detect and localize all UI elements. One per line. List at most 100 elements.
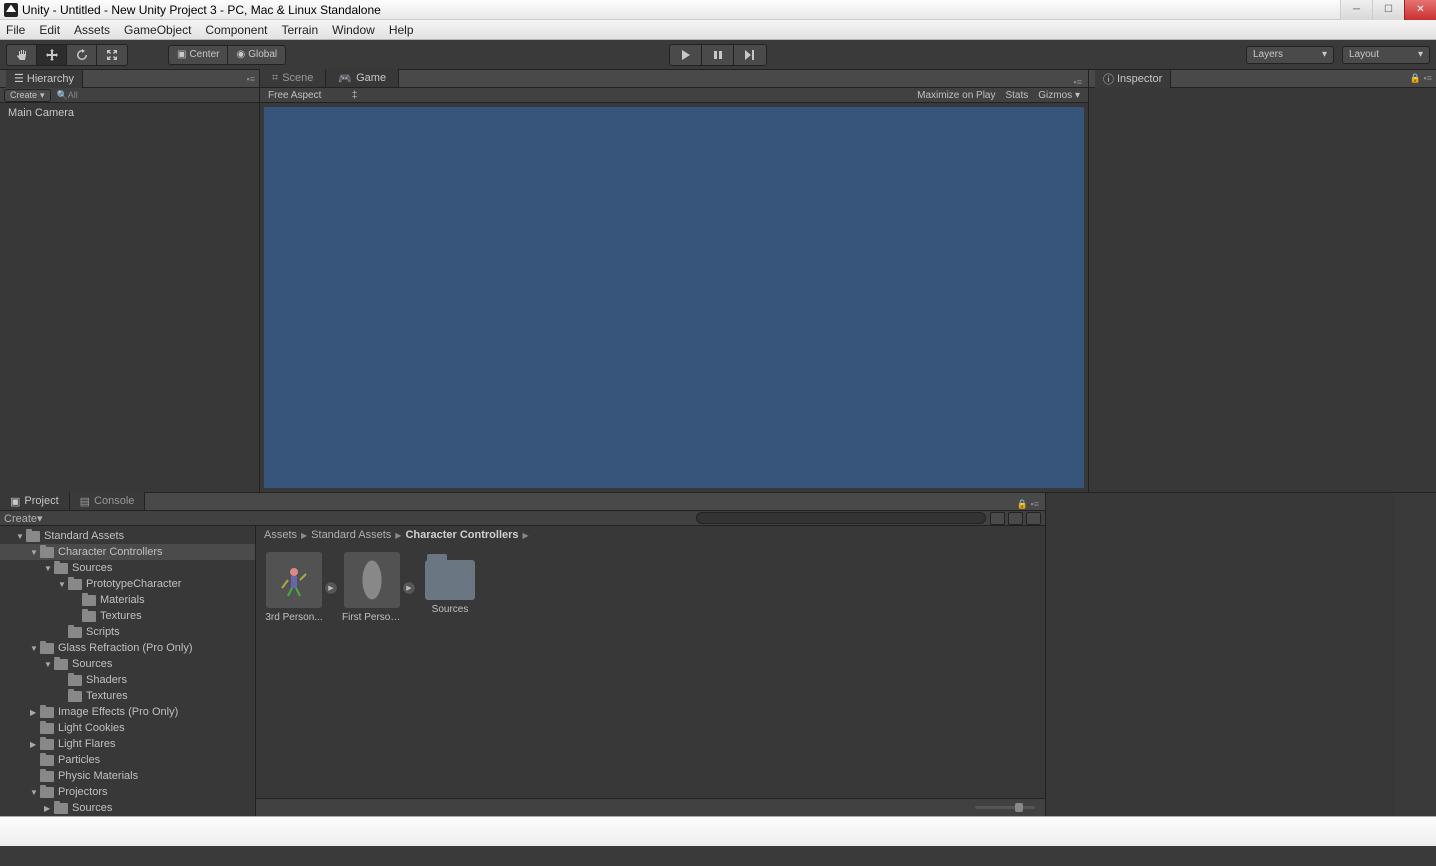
inspector-lower xyxy=(1046,493,1394,816)
panel-options-icon[interactable]: 🔒 ▪≡ xyxy=(1017,499,1039,510)
tree-item[interactable]: Physic Materials xyxy=(0,768,255,784)
console-icon: ▤ xyxy=(80,495,90,508)
globe-icon: ◉ xyxy=(236,49,245,60)
save-search-button[interactable] xyxy=(1026,512,1041,525)
tree-item[interactable]: Textures xyxy=(0,688,255,704)
breadcrumb-item[interactable]: Assets xyxy=(264,529,297,541)
scale-tool-button[interactable] xyxy=(97,45,127,65)
folder-icon xyxy=(40,771,54,782)
menu-terrain[interactable]: Terrain xyxy=(281,23,318,37)
inspector-tab[interactable]: ⓘInspector xyxy=(1095,70,1171,88)
tree-item[interactable]: Textures xyxy=(0,608,255,624)
window-close-button[interactable]: ✕ xyxy=(1404,0,1436,20)
tree-item[interactable]: Particles xyxy=(0,752,255,768)
pivot-center-button[interactable]: ▣Center xyxy=(168,45,228,65)
panel-options-icon[interactable]: 🔒 ▪≡ xyxy=(1410,73,1432,84)
project-create-button[interactable]: Create▾ xyxy=(4,512,43,525)
hierarchy-icon: ☰ xyxy=(14,72,24,85)
gizmos-dropdown[interactable]: Gizmos ▾ xyxy=(1038,90,1080,101)
tree-item[interactable]: Materials xyxy=(0,592,255,608)
folder-icon xyxy=(40,739,54,750)
play-button[interactable] xyxy=(670,45,702,65)
hierarchy-panel: ☰Hierarchy ▪≡ Create▾ 🔍All Main Camera xyxy=(0,70,260,492)
thumbnail-size-slider[interactable] xyxy=(975,806,1035,809)
pivot-global-button[interactable]: ◉Global xyxy=(228,45,286,65)
move-tool-button[interactable] xyxy=(37,45,67,65)
menu-assets[interactable]: Assets xyxy=(74,23,110,37)
game-viewport[interactable] xyxy=(260,103,1088,492)
chevron-down-icon: ▾ xyxy=(1322,49,1327,60)
play-icon[interactable]: ▶ xyxy=(402,581,416,595)
center-panel: ⌗Scene 🎮Game ▪≡ Free Aspect ‡ Maximize o… xyxy=(260,70,1088,492)
tree-item[interactable]: ▶Sources xyxy=(0,800,255,816)
asset-item-sources-folder[interactable]: Sources xyxy=(420,552,480,615)
folder-icon xyxy=(425,560,475,600)
stats-toggle[interactable]: Stats xyxy=(1005,90,1028,101)
folder-icon xyxy=(40,643,54,654)
folder-icon xyxy=(82,611,96,622)
tree-item[interactable]: ▼Character Controllers xyxy=(0,544,255,560)
asset-grid: ▶ 3rd Person... ▶ First Person... Source… xyxy=(256,544,1045,798)
tree-item[interactable]: ▼Projectors xyxy=(0,784,255,800)
transform-tool-group xyxy=(6,44,128,66)
tree-item[interactable]: ▶Light Flares xyxy=(0,736,255,752)
rotate-tool-button[interactable] xyxy=(67,45,97,65)
folder-icon xyxy=(40,723,54,734)
center-icon: ▣ xyxy=(177,49,186,60)
breadcrumb-current[interactable]: Character Controllers xyxy=(405,529,518,541)
menu-gameobject[interactable]: GameObject xyxy=(124,23,191,37)
folder-icon xyxy=(40,547,54,558)
project-footer xyxy=(256,798,1045,816)
project-search-input[interactable] xyxy=(696,512,986,524)
hierarchy-create-button[interactable]: Create▾ xyxy=(4,89,51,102)
menu-file[interactable]: File xyxy=(6,23,25,37)
folder-icon xyxy=(54,563,68,574)
window-minimize-button[interactable]: ─ xyxy=(1340,0,1372,20)
panel-options-icon[interactable]: ▪≡ xyxy=(1074,77,1088,87)
filter-by-label-button[interactable] xyxy=(1008,512,1023,525)
window-titlebar: Unity - Untitled - New Unity Project 3 -… xyxy=(0,0,1436,20)
folder-icon xyxy=(68,675,82,686)
pivot-handle-group: ▣Center ◉Global xyxy=(168,45,286,65)
game-render xyxy=(264,107,1084,488)
game-tab[interactable]: 🎮Game xyxy=(326,69,399,87)
window-maximize-button[interactable]: ☐ xyxy=(1372,0,1404,20)
folder-icon xyxy=(26,531,40,542)
tree-item[interactable]: Light Cookies xyxy=(0,720,255,736)
menu-edit[interactable]: Edit xyxy=(39,23,60,37)
layers-dropdown[interactable]: Layers▾ xyxy=(1246,46,1334,64)
menu-window[interactable]: Window xyxy=(332,23,375,37)
console-tab[interactable]: ▤Console xyxy=(70,492,146,510)
tree-item[interactable]: ▼Sources xyxy=(0,656,255,672)
asset-item-3rd-person[interactable]: ▶ 3rd Person... xyxy=(264,552,324,623)
hand-tool-button[interactable] xyxy=(7,45,37,65)
step-button[interactable] xyxy=(734,45,766,65)
tree-item[interactable]: ▶Image Effects (Pro Only) xyxy=(0,704,255,720)
folder-icon xyxy=(68,691,82,702)
hierarchy-tab[interactable]: ☰Hierarchy xyxy=(6,70,83,88)
folder-icon xyxy=(54,659,68,670)
project-tab[interactable]: ▣Project xyxy=(0,492,70,510)
hierarchy-item-main-camera[interactable]: Main Camera xyxy=(8,107,251,119)
menu-help[interactable]: Help xyxy=(389,23,414,37)
scene-tab[interactable]: ⌗Scene xyxy=(260,69,326,87)
tree-item[interactable]: ▼Glass Refraction (Pro Only) xyxy=(0,640,255,656)
hierarchy-search[interactable]: 🔍All xyxy=(57,90,78,101)
tree-item[interactable]: Scripts xyxy=(0,624,255,640)
pause-button[interactable] xyxy=(702,45,734,65)
asset-item-first-person[interactable]: ▶ First Person... xyxy=(342,552,402,623)
maximize-on-play-toggle[interactable]: Maximize on Play xyxy=(917,90,995,101)
menu-component[interactable]: Component xyxy=(205,23,267,37)
tree-item[interactable]: ▼Standard Assets xyxy=(0,528,255,544)
tree-item[interactable]: Shaders xyxy=(0,672,255,688)
layout-dropdown[interactable]: Layout▾ xyxy=(1342,46,1430,64)
panel-options-icon[interactable]: ▪≡ xyxy=(247,74,255,84)
folder-icon: ▣ xyxy=(10,495,20,508)
play-icon[interactable]: ▶ xyxy=(324,581,338,595)
aspect-dropdown[interactable]: Free Aspect ‡ xyxy=(268,90,357,101)
tree-item[interactable]: ▼Sources xyxy=(0,560,255,576)
chevron-down-icon: ▾ xyxy=(1418,49,1423,60)
tree-item[interactable]: ▼PrototypeCharacter xyxy=(0,576,255,592)
breadcrumb-item[interactable]: Standard Assets xyxy=(311,529,391,541)
filter-by-type-button[interactable] xyxy=(990,512,1005,525)
